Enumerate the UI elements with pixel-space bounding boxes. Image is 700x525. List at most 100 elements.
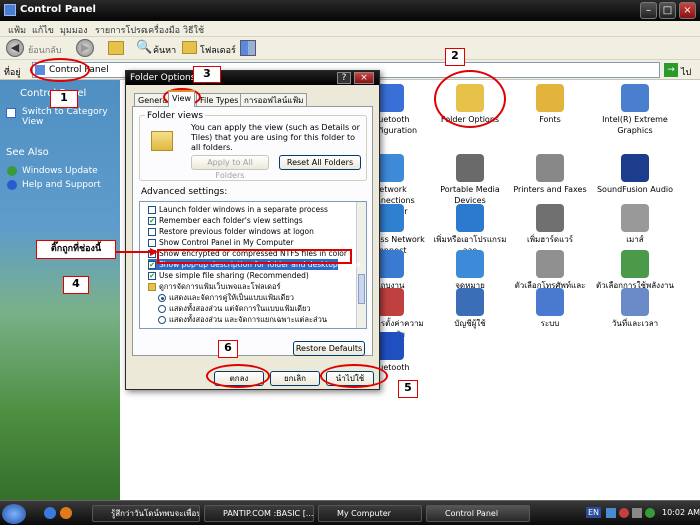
cp-item-label: Fonts (539, 115, 561, 124)
radio-icon[interactable] (158, 294, 166, 302)
advanced-option-1[interactable]: ✔ Remember each folder's view settings (148, 215, 303, 226)
tray-icon-3[interactable] (632, 508, 642, 518)
cp-item-label: วันที่และเวลา (611, 319, 659, 328)
cancel-button[interactable]: ยกเลิก (270, 371, 320, 386)
search-icon[interactable]: 🔍 (136, 40, 152, 55)
advanced-option-10[interactable]: แสดงทั้งสองส่วน และจัดการแยกเฉพาะแต่ละส่… (158, 314, 327, 325)
annotation-folder-options-ellipse (434, 70, 506, 128)
folder-options-dialog: Folder Options ? × General View File Typ… (125, 70, 380, 390)
cp-item-10[interactable]: เพิ่มฮาร์ดแวร์ (510, 204, 590, 245)
advanced-option-2[interactable]: Restore previous folder windows at logon (148, 226, 314, 237)
window-title: Control Panel (20, 4, 96, 15)
apply-to-all-folders-button[interactable]: Apply to All Folders (191, 155, 269, 180)
checkbox-checked-icon[interactable]: ✔ (148, 272, 156, 280)
switch-view-link[interactable]: Switch to Category View (22, 107, 118, 127)
cp-item-icon (376, 288, 404, 316)
go-icon[interactable]: → (664, 63, 678, 77)
cp-item-icon (536, 288, 564, 316)
tab-file-types[interactable]: File Types (196, 93, 243, 107)
tray-icon-1[interactable] (606, 508, 616, 518)
cp-item-6[interactable]: Printers and Faxes (510, 154, 590, 195)
window-icon (4, 4, 16, 16)
taskbar-task-1[interactable]: รู้สึกว่าวันโดน์ทพบจะเพื่อนะ... (92, 505, 200, 522)
menu-bar: แฟ้ม แก้ไข มุมมอง รายการโปรด เครื่องมือ … (0, 21, 700, 37)
close-button[interactable]: × (679, 2, 696, 19)
radio-icon[interactable] (158, 316, 166, 324)
cp-item-7[interactable]: SoundFusion Audio (595, 154, 675, 195)
advanced-option-9[interactable]: แสดงทั้งสองส่วน แต่จัดการในแบบแฟ้มเดียว (158, 303, 311, 314)
advanced-option-8[interactable]: แสดงและจัดการคู่ให้เป็นแบบแฟ้มเดียว (158, 292, 294, 303)
language-indicator[interactable]: EN (586, 507, 602, 518)
cp-item-icon (536, 250, 564, 278)
tab-offline-files[interactable]: การออฟไลน์แฟ้ม (240, 93, 308, 107)
checkbox-checked-icon[interactable]: ✔ (148, 261, 156, 269)
folder-views-title: Folder views (145, 111, 206, 121)
cp-item-icon (621, 288, 649, 316)
restore-defaults-button[interactable]: Restore Defaults (293, 341, 365, 356)
advanced-settings-list[interactable]: Launch folder windows in a separate proc… (139, 201, 367, 329)
cp-item-9[interactable]: เพิ่มหรือเอาโปรแกรมออก (430, 204, 510, 256)
folders-button[interactable]: โฟลเดอร์ (200, 43, 236, 57)
up-folder-icon[interactable] (108, 41, 124, 55)
taskbar-task-2[interactable]: PANTIP.COM :BASIC [...] (204, 505, 314, 522)
advanced-settings-label: Advanced settings: (141, 187, 228, 197)
advanced-option-6[interactable]: ✔ Use simple file sharing (Recommended) (148, 270, 309, 281)
cp-item-2[interactable]: Fonts (510, 84, 590, 125)
tab-view-label: View (172, 94, 191, 103)
system-tray: EN 10:02 AM (586, 503, 700, 524)
window-title-bar: Control Panel – □ × (0, 0, 700, 21)
annotation-4: 4 (63, 276, 89, 294)
checkbox-icon[interactable] (148, 228, 156, 236)
search-button[interactable]: ค้นหา (153, 43, 176, 57)
start-button[interactable] (2, 504, 26, 524)
advanced-option-0[interactable]: Launch folder windows in a separate proc… (148, 204, 328, 215)
menu-help[interactable]: วิธีใช้ (183, 23, 204, 37)
windows-update-link[interactable]: Windows Update (22, 166, 98, 176)
dialog-help-button[interactable]: ? (337, 72, 351, 84)
menu-tools[interactable]: เครื่องมือ (145, 23, 180, 37)
annotation-6: 6 (218, 340, 238, 358)
cp-item-15[interactable]: ตัวเลือกการใช้พลังงาน (595, 250, 675, 291)
cp-item-icon (376, 154, 404, 182)
cp-item-13[interactable]: จดหมาย (430, 250, 510, 291)
tray-icon-2[interactable] (619, 508, 629, 518)
cp-item-label: บัญชีผู้ใช้ (454, 319, 486, 328)
checkbox-icon[interactable] (148, 206, 156, 214)
taskbar-task-4[interactable]: Control Panel (426, 505, 530, 522)
cp-item-19[interactable]: วันที่และเวลา (595, 288, 675, 329)
cp-item-3[interactable]: Intel(R) Extreme Graphics (595, 84, 675, 136)
maximize-button[interactable]: □ (659, 2, 676, 19)
views-icon[interactable] (240, 40, 256, 56)
clock: 10:02 AM (662, 508, 700, 517)
folders-icon[interactable] (182, 41, 197, 54)
menu-file[interactable]: แฟ้ม (8, 23, 26, 37)
menu-edit[interactable]: แก้ไข (32, 23, 54, 37)
help-support-link[interactable]: Help and Support (22, 180, 101, 190)
advanced-option-label: แสดงทั้งสองส่วน และจัดการแยกเฉพาะแต่ละส่… (169, 315, 327, 324)
tab-view[interactable]: View (168, 90, 195, 107)
menu-favorites[interactable]: รายการโปรด (95, 23, 147, 37)
quicklaunch-ie-icon[interactable] (44, 507, 56, 519)
scrollbar-thumb[interactable] (358, 274, 365, 304)
taskbar-task-3[interactable]: My Computer (318, 505, 422, 522)
annotation-callout: ติ๊กถูกที่ช่องนี้ (36, 240, 116, 259)
cp-item-5[interactable]: Portable Media Devices (430, 154, 510, 206)
quicklaunch-firefox-icon[interactable] (60, 507, 72, 519)
cp-item-label: Intel(R) Extreme Graphics (602, 115, 668, 135)
back-icon[interactable]: ◀ (6, 39, 24, 57)
tray-icon-4[interactable] (645, 508, 655, 518)
cp-item-18[interactable]: ระบบ (510, 288, 590, 329)
checkbox-checked-icon[interactable]: ✔ (148, 217, 156, 225)
go-button[interactable]: ไป (681, 65, 691, 79)
menu-view[interactable]: มุมมอง (60, 23, 88, 37)
cp-item-icon (621, 154, 649, 182)
cp-item-17[interactable]: บัญชีผู้ใช้ (430, 288, 510, 329)
minimize-button[interactable]: – (640, 2, 657, 19)
back-button[interactable]: ย้อนกลับ (28, 43, 62, 57)
reset-all-folders-button[interactable]: Reset All Folders (279, 155, 361, 170)
radio-icon[interactable] (158, 305, 166, 313)
advanced-option-3[interactable]: Show Control Panel in My Computer (148, 237, 294, 248)
forward-icon[interactable]: ▶ (76, 39, 94, 57)
cp-item-11[interactable]: เมาส์ (595, 204, 675, 245)
dialog-close-button[interactable]: × (354, 72, 374, 84)
